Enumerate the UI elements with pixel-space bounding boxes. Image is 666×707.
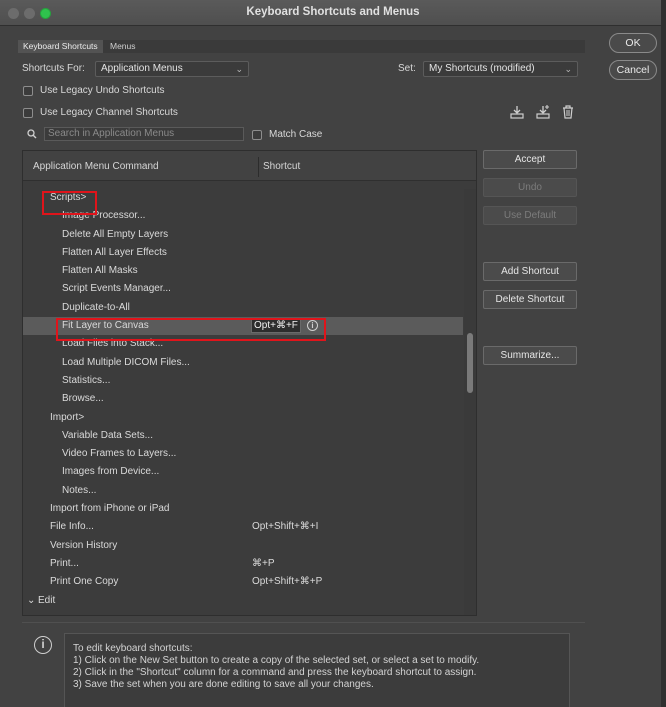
table-row[interactable]: Load Multiple DICOM Files... [23, 354, 463, 372]
table-header: Application Menu Command Shortcut [23, 151, 476, 181]
table-row[interactable]: Import from iPhone or iPad [23, 500, 463, 518]
row-command: Import from iPhone or iPad [50, 503, 170, 515]
set-value: My Shortcuts (modified) [429, 63, 535, 74]
ok-button[interactable]: OK [609, 33, 657, 53]
help-text-box: To edit keyboard shortcuts: 1) Click on … [64, 633, 570, 707]
search-icon [27, 129, 37, 139]
row-shortcut: Opt+Shift+⌘+I [252, 521, 319, 533]
highlight-box-fit-layer [56, 318, 326, 341]
new-set-icon[interactable] [535, 104, 551, 120]
chevron-down-icon[interactable]: ⌄ [27, 592, 35, 610]
table-row[interactable]: Print... ⌘+P [23, 555, 463, 573]
chevron-down-icon: ⌄ [564, 64, 572, 74]
row-command: Flatten All Layer Effects [62, 246, 167, 258]
help-line: 3) Save the set when you are done editin… [73, 679, 374, 690]
legacy-channel-label: Use Legacy Channel Shortcuts [40, 107, 178, 118]
table-row[interactable]: Notes... [23, 482, 463, 500]
row-command: Video Frames to Layers... [62, 448, 177, 460]
summarize-button[interactable]: Summarize... [483, 346, 577, 365]
row-command: Duplicate-to-All [62, 301, 130, 313]
delete-shortcut-button[interactable]: Delete Shortcut [483, 290, 577, 309]
scrollbar-thumb[interactable] [467, 333, 473, 393]
column-divider [258, 157, 259, 177]
row-command: Statistics... [62, 374, 111, 386]
row-command: Notes... [62, 484, 97, 496]
set-label: Set: [398, 63, 416, 74]
legacy-undo-label: Use Legacy Undo Shortcuts [40, 85, 165, 96]
scrollbar[interactable] [464, 189, 476, 615]
legacy-channel-checkbox[interactable] [23, 108, 33, 118]
legacy-undo-checkbox[interactable] [23, 86, 33, 96]
table-rows: Scripts> Image Processor... Delete All E… [23, 189, 463, 610]
window-title: Keyboard Shortcuts and Menus [246, 6, 420, 18]
table-group-row[interactable]: ⌄ Edit [23, 592, 463, 610]
tab-bar: Keyboard Shortcuts Menus [18, 40, 585, 53]
highlight-box-scripts [42, 191, 97, 215]
table-row[interactable]: Version History [23, 537, 463, 555]
table-row[interactable]: Delete All Empty Layers [23, 226, 463, 244]
delete-set-icon[interactable] [560, 104, 576, 120]
window-edge [661, 0, 666, 707]
table-row[interactable]: Browse... [23, 390, 463, 408]
match-case-checkbox[interactable] [252, 130, 262, 140]
table-row[interactable]: Variable Data Sets... [23, 427, 463, 445]
row-command: Edit [38, 594, 56, 606]
use-default-button[interactable]: Use Default [483, 206, 577, 225]
help-panel: i To edit keyboard shortcuts: 1) Click o… [22, 622, 585, 707]
row-command: Print... [50, 557, 79, 569]
row-command: Flatten All Masks [62, 265, 138, 277]
table-row[interactable]: Images from Device... [23, 463, 463, 481]
shortcuts-for-label: Shortcuts For: [22, 63, 85, 74]
column-header-shortcut[interactable]: Shortcut [263, 161, 300, 172]
row-command: Load Multiple DICOM Files... [62, 356, 190, 368]
dialog-window: Keyboard Shortcuts and Menus Keyboard Sh… [0, 0, 666, 707]
tab-menus[interactable]: Menus [105, 40, 141, 53]
help-line: 1) Click on the New Set button to create… [73, 655, 480, 666]
help-line: 2) Click in the "Shortcut" column for a … [73, 667, 477, 678]
cancel-button[interactable]: Cancel [609, 60, 657, 80]
table-row[interactable]: Duplicate-to-All [23, 299, 463, 317]
save-set-icon[interactable] [509, 104, 525, 120]
set-select[interactable]: My Shortcuts (modified) ⌄ [423, 61, 578, 77]
row-command: Script Events Manager... [62, 283, 171, 295]
row-command: Import> [50, 411, 85, 423]
row-shortcut: Opt+Shift+⌘+P [252, 576, 323, 588]
add-shortcut-button[interactable]: Add Shortcut [483, 262, 577, 281]
row-command: Delete All Empty Layers [62, 228, 169, 240]
table-row[interactable]: Flatten All Layer Effects [23, 244, 463, 262]
chevron-down-icon: ⌄ [235, 64, 243, 74]
column-header-command[interactable]: Application Menu Command [33, 161, 159, 172]
shortcuts-for-value: Application Menus [101, 63, 183, 74]
table-row[interactable]: Flatten All Masks [23, 262, 463, 280]
table-row[interactable]: Print One Copy Opt+Shift+⌘+P [23, 573, 463, 591]
undo-button[interactable]: Undo [483, 178, 577, 197]
row-shortcut: ⌘+P [252, 557, 275, 569]
table-row[interactable]: File Info... Opt+Shift+⌘+I [23, 518, 463, 536]
table-row[interactable]: Statistics... [23, 372, 463, 390]
info-icon: i [34, 636, 52, 654]
title-bar: Keyboard Shortcuts and Menus [0, 0, 666, 26]
table-row[interactable]: Video Frames to Layers... [23, 445, 463, 463]
accept-button[interactable]: Accept [483, 150, 577, 169]
shortcuts-for-select[interactable]: Application Menus ⌄ [95, 61, 249, 77]
row-command: Version History [50, 539, 118, 551]
row-command: Images from Device... [62, 466, 160, 478]
shortcuts-table: Application Menu Command Shortcut Script… [22, 150, 477, 616]
tab-keyboard-shortcuts[interactable]: Keyboard Shortcuts [18, 40, 103, 53]
row-command: File Info... [50, 521, 94, 533]
table-row[interactable]: Import> [23, 409, 463, 427]
row-command: Variable Data Sets... [62, 429, 153, 441]
search-input[interactable]: Search in Application Menus [44, 127, 244, 141]
match-case-label: Match Case [269, 129, 323, 140]
help-line: To edit keyboard shortcuts: [73, 643, 193, 654]
table-row[interactable]: Script Events Manager... [23, 280, 463, 298]
row-command: Print One Copy [50, 576, 119, 588]
row-command: Browse... [62, 393, 104, 405]
